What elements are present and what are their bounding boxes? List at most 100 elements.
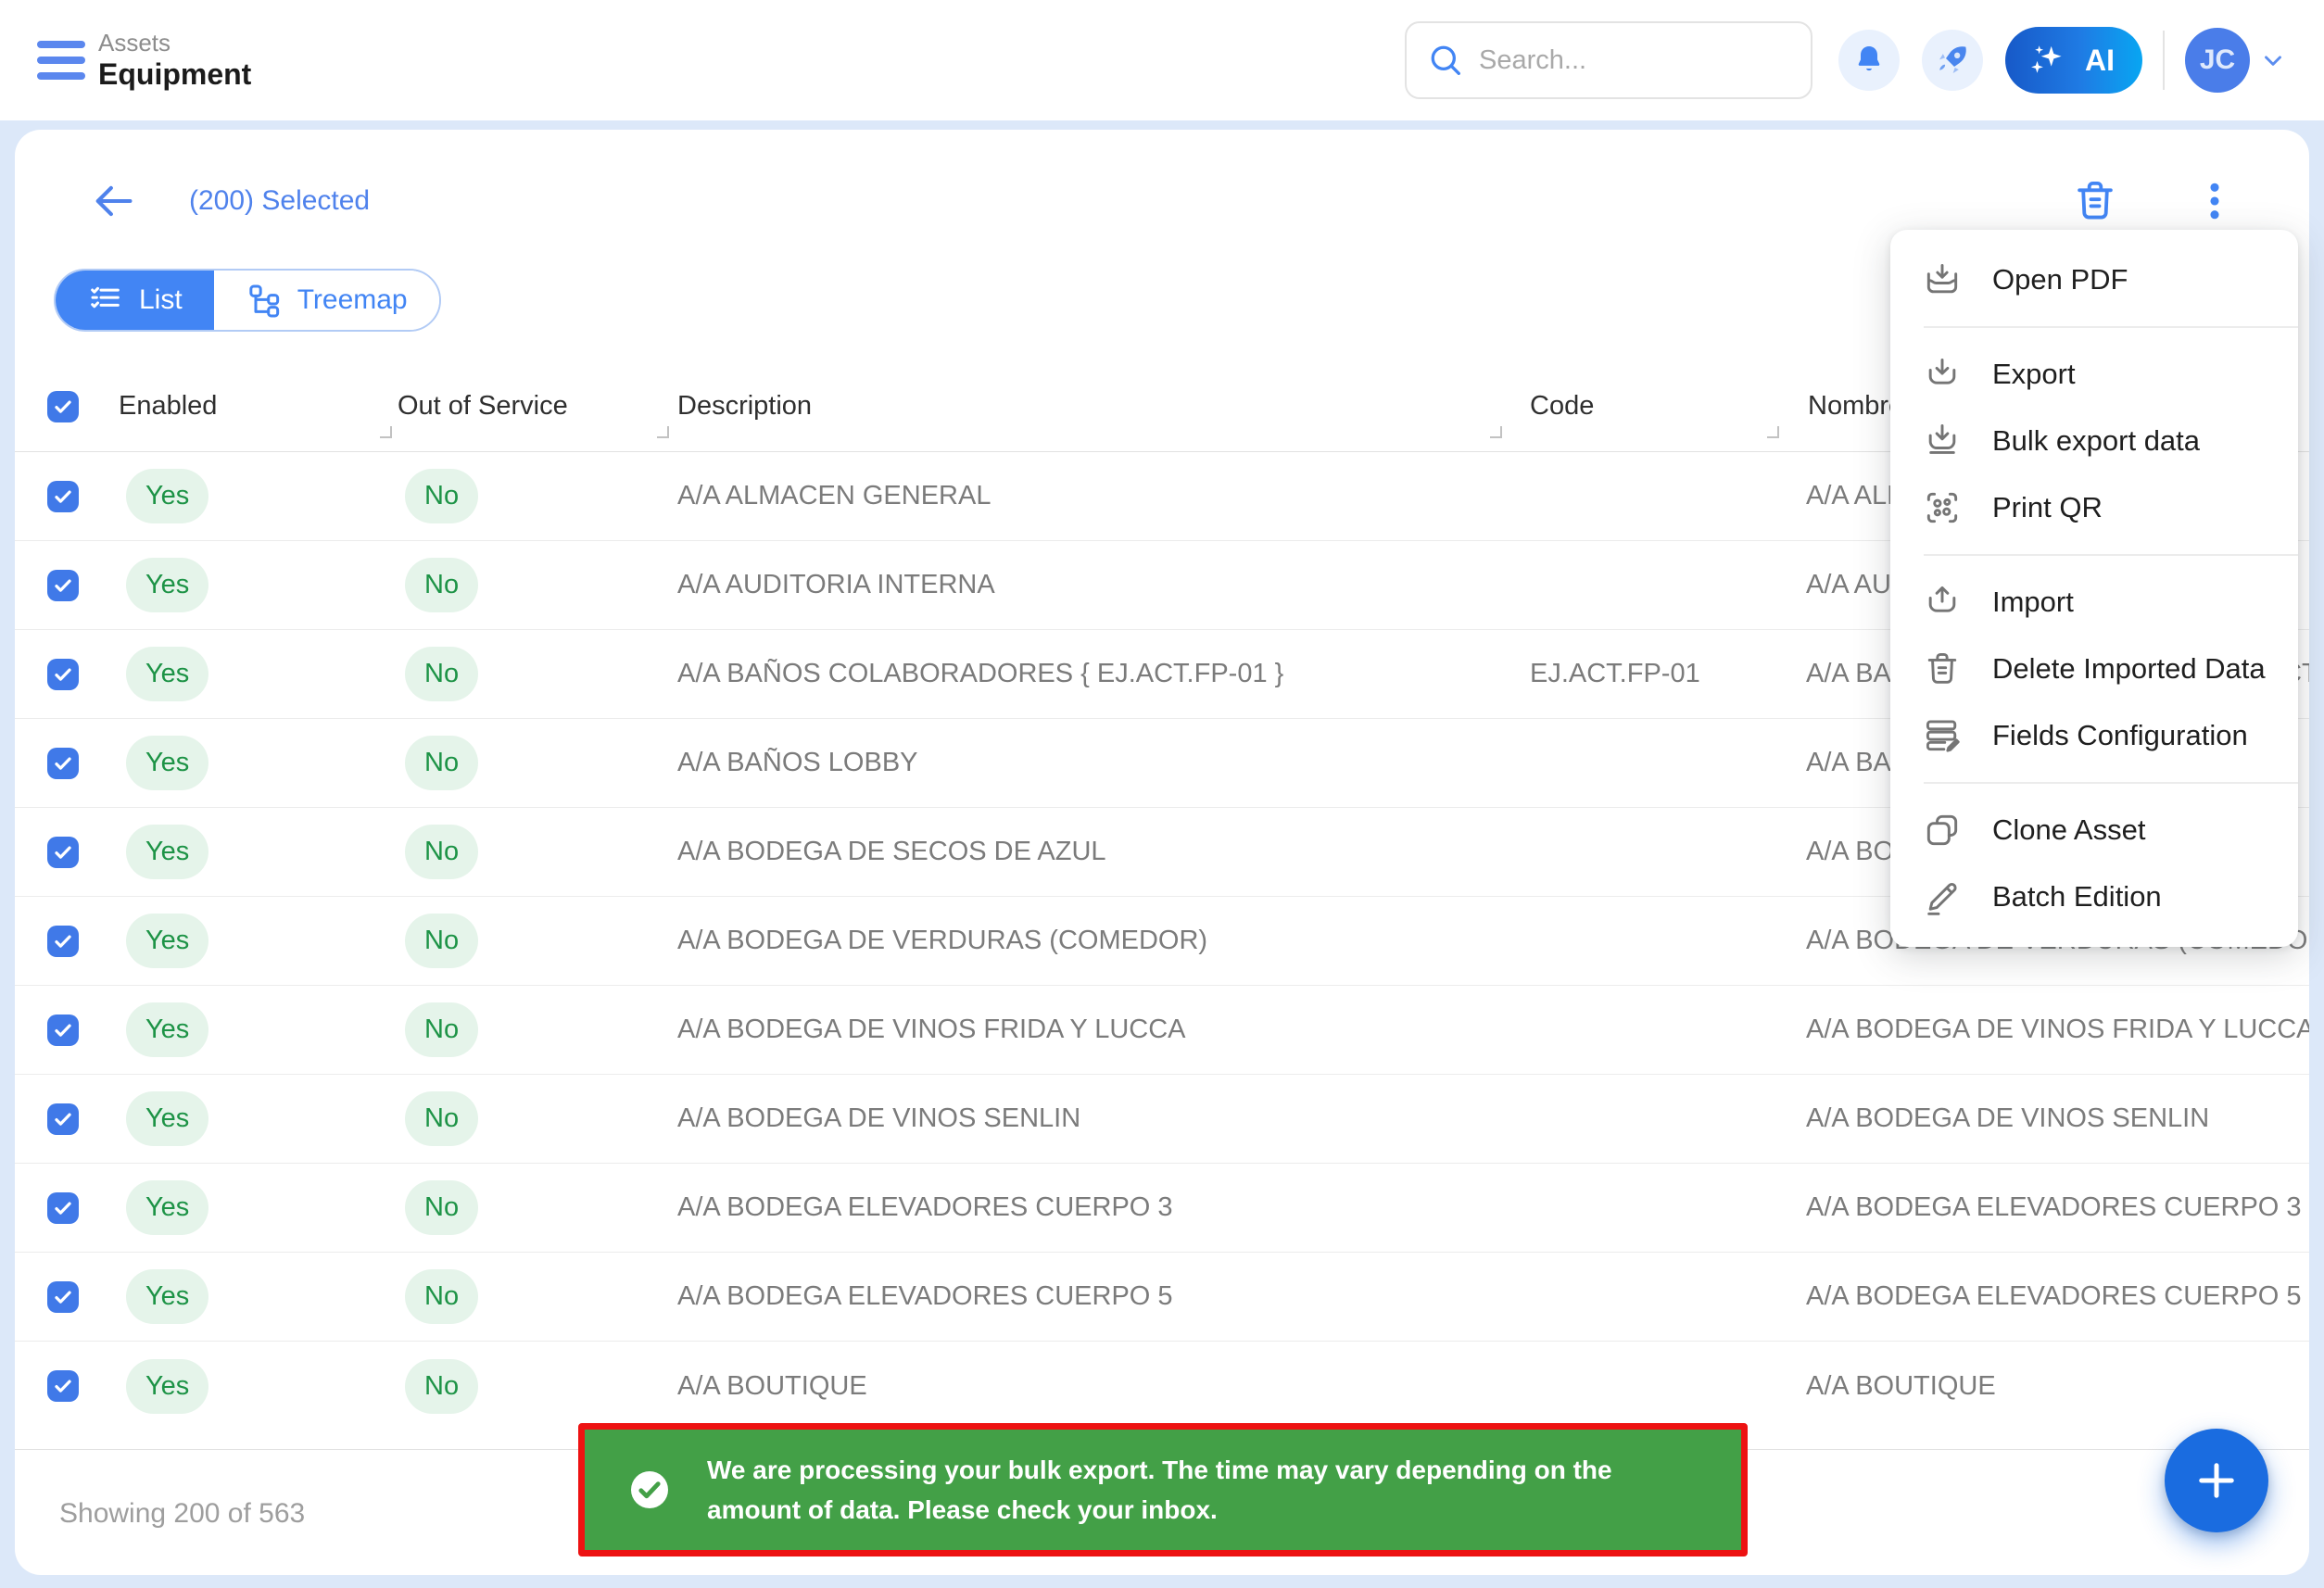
row-checkbox[interactable] [47, 1015, 79, 1046]
row-checkbox[interactable] [47, 837, 79, 868]
table-row[interactable]: YesNoA/A BODEGA DE VINOS FRIDA Y LUCCAA/… [15, 986, 2309, 1075]
ai-button-label: AI [2085, 44, 2115, 78]
description-cell: A/A AUDITORIA INTERNA [677, 570, 1515, 600]
out-of-service-badge: No [405, 647, 478, 701]
row-checkbox[interactable] [47, 748, 79, 779]
add-button[interactable] [2165, 1429, 2268, 1532]
row-checkbox[interactable] [47, 1370, 79, 1402]
menu-item-open-pdf[interactable]: Open PDF [1890, 246, 2298, 313]
ai-button[interactable]: AI [2005, 27, 2142, 94]
menu-item-delete-imported-data[interactable]: Delete Imported Data [1890, 636, 2298, 702]
divider [2163, 31, 2165, 90]
menu-divider [1924, 554, 2298, 556]
out-of-service-badge: No [405, 469, 478, 523]
out-of-service-badge: No [405, 1091, 478, 1146]
table-row[interactable]: YesNoA/A BOUTIQUEA/A BOUTIQUE [15, 1342, 2309, 1430]
table-row[interactable]: YesNoA/A BODEGA ELEVADORES CUERPO 3A/A B… [15, 1164, 2309, 1253]
search-icon [1425, 40, 1466, 81]
enabled-badge: Yes [126, 825, 208, 879]
out-of-service-badge: No [405, 1002, 478, 1057]
enabled-badge: Yes [126, 1269, 208, 1324]
row-checkbox[interactable] [47, 481, 79, 512]
plus-icon [2192, 1456, 2241, 1505]
row-checkbox[interactable] [47, 926, 79, 957]
row-count: Showing 200 of 563 [59, 1498, 305, 1529]
description-cell: A/A BODEGA DE VINOS FRIDA Y LUCCA [677, 1015, 1515, 1045]
row-checkbox[interactable] [47, 1103, 79, 1135]
trash-icon [1922, 649, 1963, 689]
chevron-down-icon[interactable] [2259, 46, 2287, 74]
enabled-badge: Yes [126, 1180, 208, 1235]
enabled-badge: Yes [126, 469, 208, 523]
column-header-description[interactable]: Description [677, 380, 1515, 422]
description-cell: A/A BODEGA DE SECOS DE AZUL [677, 837, 1515, 867]
avatar[interactable]: JC [2185, 28, 2250, 93]
column-resize-handle[interactable] [380, 426, 392, 438]
description-cell: A/A BOUTIQUE [677, 1371, 1515, 1402]
more-options-button[interactable] [2191, 177, 2239, 225]
search-box[interactable] [1405, 21, 1812, 99]
menu-item-export[interactable]: Export [1890, 341, 2298, 408]
menu-item-label: Open PDF [1992, 263, 2128, 296]
row-checkbox[interactable] [47, 1192, 79, 1224]
row-checkbox[interactable] [47, 570, 79, 601]
menu-divider [1924, 782, 2298, 784]
column-resize-handle[interactable] [1490, 426, 1502, 438]
delete-selected-button[interactable] [2070, 176, 2120, 226]
out-of-service-badge: No [405, 736, 478, 790]
view-toggle-list[interactable]: List [56, 271, 214, 330]
breadcrumb: Assets [98, 30, 251, 57]
enabled-badge: Yes [126, 647, 208, 701]
menu-item-label: Export [1992, 358, 2076, 391]
notifications-button[interactable] [1838, 30, 1900, 91]
column-resize-handle[interactable] [1767, 426, 1779, 438]
bulk-download-icon [1922, 421, 1963, 461]
view-toggle-list-label: List [139, 284, 183, 316]
out-of-service-badge: No [405, 558, 478, 612]
menu-item-fields-configuration[interactable]: Fields Configuration [1890, 702, 2298, 769]
table-row[interactable]: YesNoA/A BODEGA ELEVADORES CUERPO 5A/A B… [15, 1253, 2309, 1342]
column-header-code[interactable]: Code [1515, 380, 1791, 422]
description-cell: A/A BAÑOS LOBBY [677, 748, 1515, 778]
select-all-checkbox[interactable] [47, 391, 79, 422]
table-row[interactable]: YesNoA/A BODEGA DE VINOS SENLINA/A BODEG… [15, 1075, 2309, 1164]
menu-item-label: Print QR [1992, 491, 2103, 524]
menu-item-clone-asset[interactable]: Clone Asset [1890, 797, 2298, 863]
menu-item-print-qr[interactable]: Print QR [1890, 474, 2298, 541]
menu-item-bulk-export-data[interactable]: Bulk export data [1890, 408, 2298, 474]
hamburger-menu-icon[interactable] [37, 41, 85, 80]
enabled-badge: Yes [126, 558, 208, 612]
out-of-service-badge: No [405, 825, 478, 879]
row-checkbox[interactable] [47, 1281, 79, 1313]
code-cell: EJ.ACT.FP-01 [1515, 659, 1791, 689]
out-of-service-badge: No [405, 1269, 478, 1324]
menu-item-label: Fields Configuration [1992, 719, 2248, 752]
column-resize-handle[interactable] [657, 426, 669, 438]
toast-message: We are processing your bulk export. The … [707, 1450, 1648, 1531]
checklist-icon [87, 282, 124, 319]
selection-toolbar: (200) Selected [15, 130, 2309, 226]
back-button[interactable] [89, 177, 137, 225]
menu-item-label: Clone Asset [1992, 813, 2145, 847]
description-cell: A/A ALMACEN GENERAL [677, 481, 1515, 511]
trash-icon [2070, 176, 2120, 226]
upload-icon [1922, 582, 1963, 623]
column-header-enabled[interactable]: Enabled [119, 380, 398, 422]
menu-item-label: Delete Imported Data [1992, 652, 2266, 686]
column-header-out-of-service[interactable]: Out of Service [398, 380, 677, 422]
description-cell: A/A BODEGA ELEVADORES CUERPO 3 [677, 1192, 1515, 1223]
selected-count[interactable]: (200) Selected [189, 185, 370, 217]
view-toggle-treemap[interactable]: Treemap [214, 271, 439, 330]
row-checkbox[interactable] [47, 659, 79, 690]
enabled-badge: Yes [126, 1002, 208, 1057]
out-of-service-badge: No [405, 1180, 478, 1235]
clone-icon [1922, 810, 1963, 851]
menu-item-batch-edition[interactable]: Batch Edition [1890, 863, 2298, 930]
whats-new-button[interactable] [1922, 30, 1983, 91]
menu-item-import[interactable]: Import [1890, 569, 2298, 636]
download-icon [1922, 354, 1963, 395]
search-input[interactable] [1479, 45, 1757, 76]
view-toggle: List Treemap [54, 269, 441, 332]
view-toggle-treemap-label: Treemap [297, 284, 408, 316]
out-of-service-badge: No [405, 914, 478, 968]
